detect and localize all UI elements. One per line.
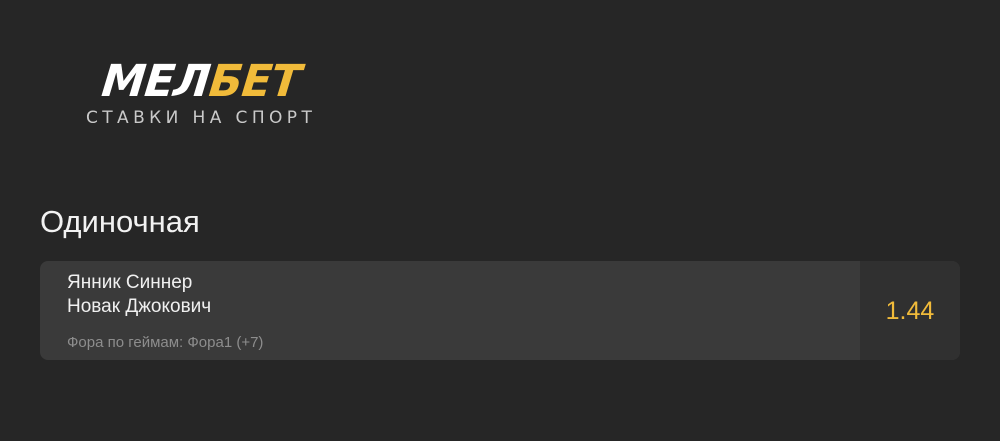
odds-value: 1.44 (885, 296, 935, 325)
odds-cell[interactable]: 1.44 (860, 261, 960, 360)
melbet-logo: МЕЛБЕТ СТАВКИ НА СПОРТ (86, 56, 346, 130)
logo-tagline: СТАВКИ НА СПОРТ (86, 108, 317, 128)
bet-type-title: Одиночная (40, 204, 200, 239)
bet-card[interactable]: Янник Синнер Новак Джокович Фора по гейм… (40, 261, 960, 360)
bet-details: Янник Синнер Новак Джокович Фора по гейм… (40, 261, 860, 360)
logo-wordmark-part-a: МЕЛ (99, 56, 213, 107)
bet-market: Фора по геймам: Фора1 (+7) (67, 334, 264, 351)
logo-wordmark: МЕЛБЕТ (99, 56, 303, 107)
logo-wordmark-part-b: БЕТ (206, 56, 303, 107)
player-two-name: Новак Джокович (67, 296, 212, 317)
player-one-name: Янник Синнер (67, 272, 193, 293)
